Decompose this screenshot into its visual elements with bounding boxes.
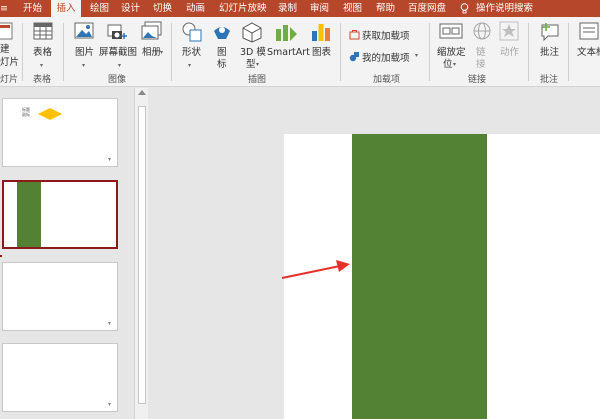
slide-thumbnail-4[interactable]: ▾ [2,343,118,412]
group-label-illustrations: 插图 [248,75,267,85]
link-label-1: 链 [476,47,486,58]
textbox-icon [579,22,599,40]
tab-design[interactable]: 设计 [121,0,140,17]
thumbnail-green-rect [17,182,41,247]
photo-album-icon [141,21,162,40]
action-button [498,21,520,41]
tell-me-search[interactable]: 操作说明搜索 [460,0,580,17]
group-label-slides: 灯片 [0,75,19,85]
new-slide-button[interactable] [0,21,16,41]
slide-insert-marker [0,255,2,257]
tab-slideshow[interactable]: 幻灯片放映 [219,0,267,17]
comment-button[interactable] [538,21,562,43]
group-label-comments: 批注 [540,75,559,85]
tab-animations[interactable]: 动画 [186,0,205,17]
photo-album-button[interactable] [140,21,164,41]
picture-label: 图片 [75,47,95,58]
my-addins-label: 我的加载项 [362,53,410,64]
picture-button[interactable] [72,21,96,41]
icons-label-2: 标 [217,59,227,70]
textbox-button[interactable] [578,21,600,41]
chart-label: 图表 [312,47,332,58]
green-rectangle-shape[interactable] [352,134,487,419]
group-label-links: 链接 [468,75,487,85]
smartart-label: SmartArt [267,47,310,58]
icons-button[interactable] [211,21,233,43]
lightbulb-icon [460,3,469,14]
star-action-icon [499,21,519,41]
slide-thumbnail-3[interactable]: ▾ [2,262,118,331]
3d-models-label-1: 3D 模 [240,47,266,58]
photo-album-label: 相册 [142,47,162,58]
tab-view[interactable]: 视图 [343,0,362,17]
my-addins-button[interactable]: 我的加载项 ▾ [349,50,424,64]
screenshot-label: 屏幕截图 [99,47,138,58]
comment-label: 批注 [540,47,560,58]
new-slide-label-2: 灯片 [0,57,20,68]
shapes-button[interactable] [180,21,204,43]
cube-icon [242,22,262,43]
textbox-label: 文本框 [577,47,600,58]
smartart-icon [276,25,297,41]
3d-models-button[interactable] [240,21,264,43]
scroll-thumb[interactable] [138,106,146,404]
slide-thumbnail-2-selected[interactable] [2,180,118,249]
thumbnail-title-text: 标题 副标 [22,107,30,117]
zoom-label-2: 位 [443,59,453,70]
new-slide-icon [0,22,13,40]
tab-transitions[interactable]: 切换 [153,0,172,17]
diamond-shape [38,108,62,120]
tab-record[interactable]: 录制 [278,0,297,17]
screenshot-icon [107,24,127,39]
zoom-icon [439,23,463,39]
bar-chart-icon [312,24,330,41]
store-icon [349,30,360,40]
shapes-label: 形状 [182,47,202,58]
table-label: 表格 [33,47,53,58]
tell-me-label: 操作说明搜索 [476,3,534,14]
tab-home[interactable]: 开始 [23,0,42,17]
tab-review[interactable]: 审阅 [310,0,329,17]
chart-button[interactable] [310,21,332,43]
get-addins-label: 获取加载项 [362,31,410,42]
file-tab-partial[interactable]: ≡ [0,0,10,17]
group-label-images: 图像 [108,75,127,85]
link-label-2: 接 [476,59,486,70]
zoom-label-1: 缩放定 [437,47,466,58]
table-icon [33,22,53,40]
slide-thumbnail-1[interactable]: 标题 副标 ▾ [2,98,118,167]
ribbon-tab-bar: ≡ 开始 插入 绘图 设计 切换 动画 幻灯片放映 录制 审阅 视图 帮助 百度… [0,0,600,17]
globe-link-icon [473,22,491,40]
icons-label-1: 图 [217,47,227,58]
new-slide-label-1: 建 [0,44,10,55]
red-arrow-annotation [281,260,350,279]
shapes-icon [182,22,202,42]
table-button[interactable] [30,21,56,41]
zoom-button[interactable] [438,21,464,41]
link-button [471,21,493,43]
3d-models-label-2: 型 [246,59,256,70]
scroll-up-arrow-icon[interactable] [138,90,146,95]
group-label-addins: 加载项 [373,75,401,85]
comment-icon [541,23,559,42]
my-addins-icon [349,52,359,62]
ribbon-insert: 建 灯片 灯片 表格 ▾ 表格 图片 ▾ 屏幕截图 ▾ 相册 ▾ 图像 形状 ▾… [0,17,600,87]
smartart-button[interactable] [272,21,300,43]
thumbnails-scrollbar[interactable] [134,88,148,419]
group-label-table: 表格 [33,75,52,85]
get-addins-button[interactable]: 获取加载项 [349,28,411,42]
icons-icon [214,27,230,39]
tab-insert[interactable]: 插入 [51,0,81,17]
action-label: 动作 [500,47,520,58]
picture-icon [74,22,94,39]
screenshot-button[interactable] [104,23,130,43]
tab-help[interactable]: 帮助 [376,0,395,17]
tab-baidu-netdisk[interactable]: 百度网盘 [408,0,446,17]
tab-draw[interactable]: 绘图 [90,0,109,17]
